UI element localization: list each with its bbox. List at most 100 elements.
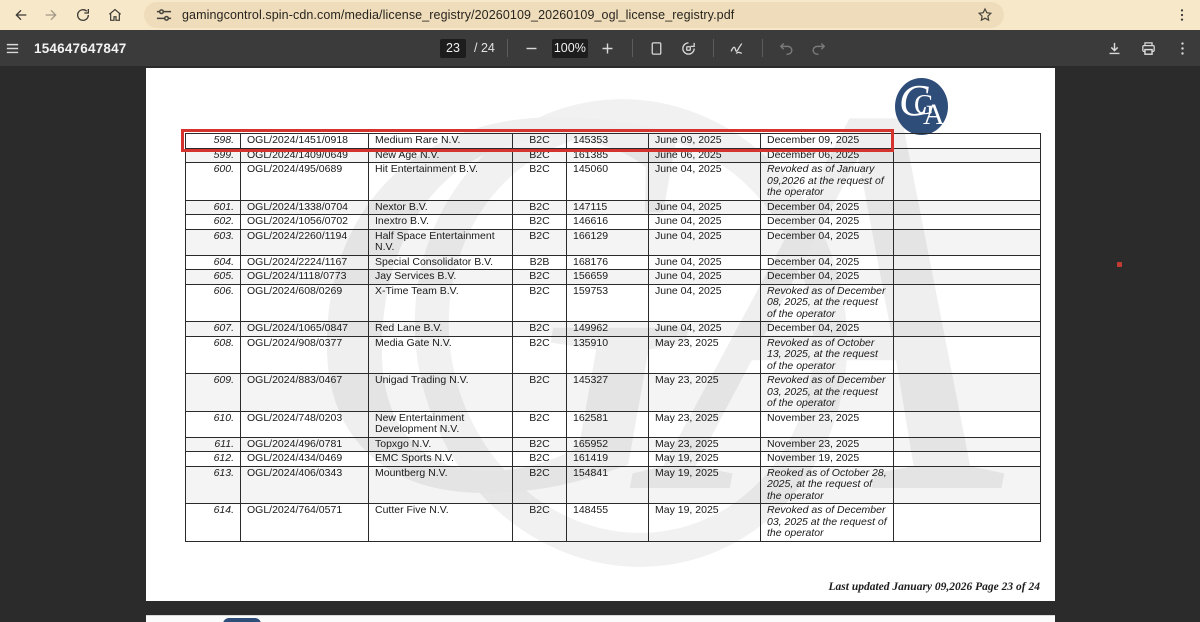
page-footer-text: Last updated January 09,2026 Page 23 of … (146, 581, 1040, 593)
url-text[interactable]: gamingcontrol.spin-cdn.com/media/license… (182, 8, 968, 22)
license-type-cell: B2C (513, 336, 567, 374)
table-row: 608.OGL/2024/908/0377Media Gate N.V.B2C1… (186, 336, 1041, 374)
fit-page-icon[interactable] (645, 36, 669, 60)
row-number-cell: 610. (186, 411, 241, 437)
divider (632, 39, 633, 57)
row-number-cell: 602. (186, 215, 241, 230)
table-row: 611.OGL/2024/496/0781Topxgo N.V.B2C16595… (186, 437, 1041, 452)
issue-date-cell: June 04, 2025 (649, 200, 761, 215)
license-type-cell: B2C (513, 148, 567, 163)
row-number-cell: 612. (186, 452, 241, 467)
rotate-icon[interactable] (677, 36, 701, 60)
bookmark-star-icon[interactable] (976, 6, 994, 24)
license-type-cell: B2C (513, 200, 567, 215)
zoom-out-icon[interactable] (520, 36, 544, 60)
pdf-toolbar: 154647647847 23 / 24 100% (0, 30, 1200, 66)
license-type-cell: B2C (513, 411, 567, 437)
license-type-cell: B2C (513, 322, 567, 337)
registry-number-cell: 145353 (567, 134, 649, 149)
row-number-cell: 605. (186, 270, 241, 285)
status-cell: November 19, 2025 (761, 452, 894, 467)
pdf-viewer-area[interactable]: GA C G A 598.OGL/2024/1451/0918Medium Ra… (0, 66, 1200, 622)
table-row: 603.OGL/2024/2260/1194Half Space Enterta… (186, 229, 1041, 255)
license-type-cell: B2C (513, 215, 567, 230)
zoom-level-input[interactable]: 100% (552, 39, 588, 58)
notes-cell (894, 411, 1041, 437)
table-row: 612.OGL/2024/434/0469EMC Sports N.V.B2C1… (186, 452, 1041, 467)
operator-name-cell: Half Space Entertainment N.V. (369, 229, 513, 255)
back-icon[interactable] (6, 2, 36, 28)
row-number-cell: 611. (186, 437, 241, 452)
license-id-cell: OGL/2024/1056/0702 (241, 215, 369, 230)
license-id-cell: OGL/2024/1409/0649 (241, 148, 369, 163)
license-id-cell: OGL/2024/1118/0773 (241, 270, 369, 285)
table-row: 614.OGL/2024/764/0571Cutter Five N.V.B2C… (186, 504, 1041, 542)
table-row: 609.OGL/2024/883/0467Unigad Trading N.V.… (186, 374, 1041, 412)
address-bar[interactable]: gamingcontrol.spin-cdn.com/media/license… (144, 2, 1004, 28)
redo-icon[interactable] (807, 36, 831, 60)
registry-number-cell: 161385 (567, 148, 649, 163)
row-number-cell: 606. (186, 284, 241, 322)
issue-date-cell: May 19, 2025 (649, 466, 761, 504)
site-settings-icon[interactable] (154, 5, 174, 25)
row-number-cell: 608. (186, 336, 241, 374)
issue-date-cell: May 23, 2025 (649, 336, 761, 374)
issue-date-cell: June 04, 2025 (649, 215, 761, 230)
status-cell: November 23, 2025 (761, 411, 894, 437)
notes-cell (894, 163, 1041, 201)
status-cell: Revoked as of December 03, 2025 at the r… (761, 504, 894, 542)
operator-name-cell: Inextro B.V. (369, 215, 513, 230)
operator-name-cell: EMC Sports N.V. (369, 452, 513, 467)
registry-number-cell: 168176 (567, 255, 649, 270)
license-id-cell: OGL/2024/406/0343 (241, 466, 369, 504)
registry-number-cell: 148455 (567, 504, 649, 542)
row-number-cell: 603. (186, 229, 241, 255)
table-row: 602.OGL/2024/1056/0702Inextro B.V.B2C146… (186, 215, 1041, 230)
operator-name-cell: Topxgo N.V. (369, 437, 513, 452)
pdf-more-menu-icon[interactable] (1170, 36, 1194, 60)
table-row: 600.OGL/2024/495/0689Hit Entertainment B… (186, 163, 1041, 201)
operator-name-cell: New Entertainment Development N.V. (369, 411, 513, 437)
table-row: 601.OGL/2024/1338/0704Nextor B.V.B2C1471… (186, 200, 1041, 215)
table-row: 605.OGL/2024/1118/0773Jay Services B.V.B… (186, 270, 1041, 285)
annotate-pen-icon[interactable] (726, 36, 750, 60)
forward-icon[interactable] (36, 2, 66, 28)
row-number-cell: 604. (186, 255, 241, 270)
status-cell: Revoked as of October 13, 2025, at the r… (761, 336, 894, 374)
license-id-cell: OGL/2024/434/0469 (241, 452, 369, 467)
download-icon[interactable] (1102, 36, 1126, 60)
status-cell: December 04, 2025 (761, 270, 894, 285)
license-type-cell: B2C (513, 163, 567, 201)
operator-name-cell: Medium Rare N.V. (369, 134, 513, 149)
notes-cell (894, 200, 1041, 215)
next-page-logo-partial (223, 618, 261, 622)
notes-cell (894, 374, 1041, 412)
browser-menu-icon[interactable] (1172, 4, 1192, 26)
reload-icon[interactable] (68, 2, 98, 28)
registry-number-cell: 156659 (567, 270, 649, 285)
status-cell: Revoked as of January 09,2026 at the req… (761, 163, 894, 201)
zoom-in-icon[interactable] (596, 36, 620, 60)
notes-cell (894, 134, 1041, 149)
operator-name-cell: Special Consolidator B.V. (369, 255, 513, 270)
license-type-cell: B2B (513, 255, 567, 270)
pdf-title: 154647647847 (34, 41, 127, 56)
issue-date-cell: May 23, 2025 (649, 374, 761, 412)
table-row: 613.OGL/2024/406/0343Mountberg N.V.B2C15… (186, 466, 1041, 504)
undo-icon[interactable] (775, 36, 799, 60)
registry-number-cell: 146616 (567, 215, 649, 230)
license-id-cell: OGL/2024/883/0467 (241, 374, 369, 412)
home-icon[interactable] (100, 2, 130, 28)
notes-cell (894, 255, 1041, 270)
notes-cell (894, 229, 1041, 255)
license-id-cell: OGL/2024/1451/0918 (241, 134, 369, 149)
operator-name-cell: Mountberg N.V. (369, 466, 513, 504)
notes-cell (894, 270, 1041, 285)
print-icon[interactable] (1136, 36, 1160, 60)
page-number-input[interactable]: 23 (440, 39, 466, 58)
notes-cell (894, 336, 1041, 374)
registry-number-cell: 147115 (567, 200, 649, 215)
menu-icon[interactable] (0, 36, 24, 60)
issue-date-cell: June 06, 2025 (649, 148, 761, 163)
license-id-cell: OGL/2024/2224/1167 (241, 255, 369, 270)
